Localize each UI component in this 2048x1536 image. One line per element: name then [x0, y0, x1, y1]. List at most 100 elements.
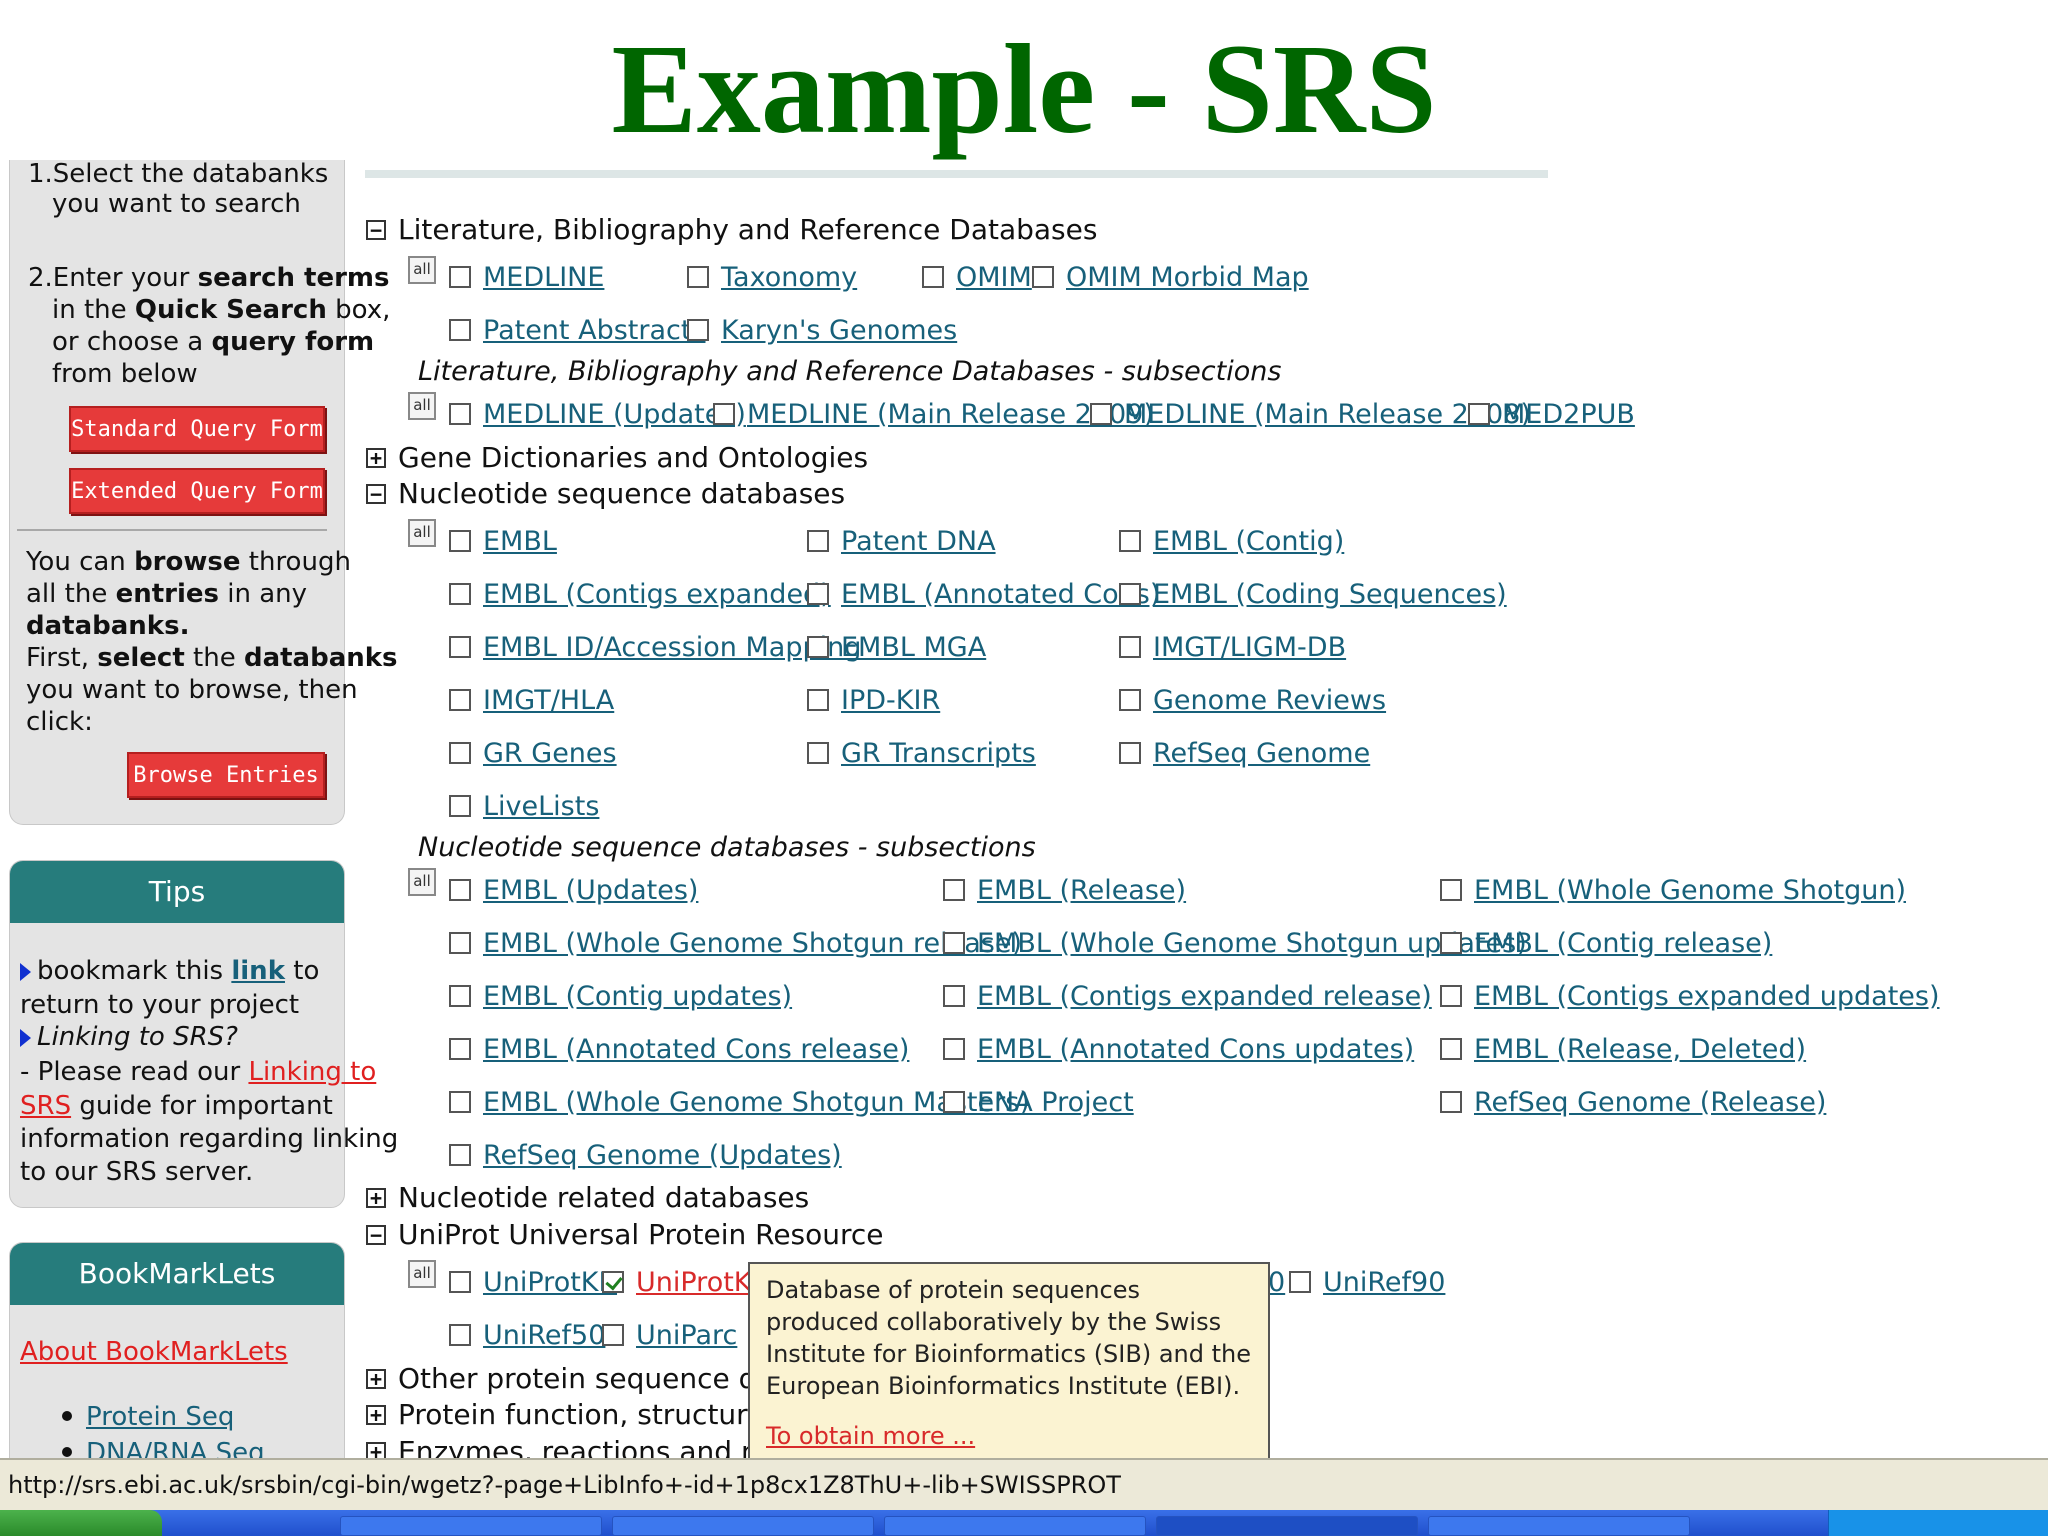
db-refseq-genome-release[interactable]: RefSeq Genome (Release) [1440, 1086, 1826, 1118]
protein-seq-link[interactable]: Protein Seq [86, 1402, 234, 1432]
checkbox[interactable] [687, 319, 709, 341]
db-gr-transcripts[interactable]: GR Transcripts [807, 737, 1036, 769]
db-embl-annotated-cons-release[interactable]: EMBL (Annotated Cons release) [449, 1033, 909, 1065]
checkbox[interactable] [1468, 403, 1490, 425]
checkbox[interactable] [807, 689, 829, 711]
taskbar-item[interactable] [340, 1516, 602, 1536]
expand-icon[interactable]: + [366, 1405, 386, 1425]
db-uniref90[interactable]: UniRef90 [1289, 1266, 1445, 1298]
checkbox[interactable] [449, 319, 471, 341]
checkbox[interactable] [1119, 636, 1141, 658]
collapse-icon[interactable]: − [366, 1225, 386, 1245]
db-karyns-genomes[interactable]: Karyn's Genomes [687, 314, 957, 346]
db-embl-id-accession[interactable]: EMBL ID/Accession Mapping [449, 631, 861, 663]
taskbar-item[interactable] [1428, 1516, 1690, 1536]
db-uniparc[interactable]: UniParc [602, 1319, 737, 1351]
db-embl-updates[interactable]: EMBL (Updates) [449, 874, 698, 906]
db-embl-wgs-release[interactable]: EMBL (Whole Genome Shotgun release) [449, 927, 1022, 959]
checkbox[interactable] [1090, 403, 1112, 425]
taskbar-item[interactable] [884, 1516, 1146, 1536]
checkbox[interactable] [449, 1324, 471, 1346]
tooltip-more-link[interactable]: To obtain more ... [766, 1420, 1252, 1452]
section-other-protein[interactable]: + Other protein sequence data [366, 1364, 802, 1394]
collapse-icon[interactable]: − [366, 484, 386, 504]
db-embl[interactable]: EMBL [449, 525, 557, 557]
select-all-button[interactable]: all [408, 519, 436, 547]
db-embl-release-deleted[interactable]: EMBL (Release, Deleted) [1440, 1033, 1806, 1065]
db-embl-contigs-expanded-release[interactable]: EMBL (Contigs expanded release) [943, 980, 1432, 1012]
checkbox[interactable] [449, 985, 471, 1007]
checkbox[interactable] [922, 266, 944, 288]
db-medline-updates[interactable]: MEDLINE (Updates) [449, 398, 746, 430]
checkbox[interactable] [449, 1271, 471, 1293]
checkbox-checked[interactable] [602, 1271, 624, 1293]
section-uniprot[interactable]: − UniProt Universal Protein Resource [366, 1220, 884, 1250]
srs-link[interactable]: SRS [20, 1091, 71, 1121]
checkbox[interactable] [1032, 266, 1054, 288]
db-embl-contig[interactable]: EMBL (Contig) [1119, 525, 1344, 557]
db-embl-mga[interactable]: EMBL MGA [807, 631, 986, 663]
checkbox[interactable] [943, 985, 965, 1007]
checkbox[interactable] [1119, 742, 1141, 764]
db-taxonomy[interactable]: Taxonomy [687, 261, 857, 293]
db-livelists[interactable]: LiveLists [449, 790, 599, 822]
db-genome-reviews[interactable]: Genome Reviews [1119, 684, 1386, 716]
db-ipd-kir[interactable]: IPD-KIR [807, 684, 940, 716]
db-ena-project[interactable]: ENA Project [943, 1086, 1134, 1118]
db-embl-release[interactable]: EMBL (Release) [943, 874, 1186, 906]
db-embl-wgs[interactable]: EMBL (Whole Genome Shotgun) [1440, 874, 1906, 906]
checkbox[interactable] [943, 1038, 965, 1060]
checkbox[interactable] [449, 636, 471, 658]
checkbox[interactable] [1440, 932, 1462, 954]
expand-icon[interactable]: + [366, 1369, 386, 1389]
db-patent-abstracts[interactable]: Patent Abstracts [449, 314, 706, 346]
db-refseq-genome-updates[interactable]: RefSeq Genome (Updates) [449, 1139, 842, 1171]
db-uniref50[interactable]: UniRef50 [449, 1319, 605, 1351]
select-all-button[interactable]: all [408, 868, 436, 896]
standard-query-form-button[interactable]: Standard Query Form [69, 406, 325, 452]
checkbox[interactable] [713, 403, 735, 425]
checkbox[interactable] [1440, 985, 1462, 1007]
collapse-icon[interactable]: − [366, 220, 386, 240]
checkbox[interactable] [449, 879, 471, 901]
checkbox[interactable] [943, 879, 965, 901]
extended-query-form-button[interactable]: Extended Query Form [69, 468, 325, 514]
bookmark-link[interactable]: link [231, 956, 285, 986]
db-refseq-genome[interactable]: RefSeq Genome [1119, 737, 1370, 769]
db-uniref100[interactable]: 0 [1268, 1266, 1285, 1298]
db-embl-contig-release[interactable]: EMBL (Contig release) [1440, 927, 1772, 959]
db-embl-annotated-cons-updates[interactable]: EMBL (Annotated Cons updates) [943, 1033, 1414, 1065]
checkbox[interactable] [943, 1091, 965, 1113]
checkbox[interactable] [687, 266, 709, 288]
checkbox[interactable] [943, 932, 965, 954]
section-nucleotide[interactable]: − Nucleotide sequence databases [366, 479, 845, 509]
section-nucleotide-related[interactable]: + Nucleotide related databases [366, 1183, 809, 1213]
checkbox[interactable] [449, 742, 471, 764]
checkbox[interactable] [807, 742, 829, 764]
expand-icon[interactable]: + [366, 448, 386, 468]
db-embl-contigs-expanded-updates[interactable]: EMBL (Contigs expanded updates) [1440, 980, 1940, 1012]
select-all-button[interactable]: all [408, 256, 436, 284]
db-medline-2008[interactable]: MEDLINE (Main Release 2008) [1090, 398, 1531, 430]
checkbox[interactable] [449, 1038, 471, 1060]
db-patent-dna[interactable]: Patent DNA [807, 525, 996, 557]
select-all-button[interactable]: all [408, 1260, 436, 1288]
checkbox[interactable] [1119, 530, 1141, 552]
db-imgt-hla[interactable]: IMGT/HLA [449, 684, 614, 716]
checkbox[interactable] [449, 583, 471, 605]
checkbox[interactable] [1440, 1091, 1462, 1113]
section-gene-dictionaries[interactable]: + Gene Dictionaries and Ontologies [366, 443, 868, 473]
db-medline-2009[interactable]: MEDLINE (Main Release 2009) [713, 398, 1154, 430]
checkbox[interactable] [807, 530, 829, 552]
section-literature[interactable]: − Literature, Bibliography and Reference … [366, 215, 1097, 245]
checkbox[interactable] [807, 636, 829, 658]
checkbox[interactable] [602, 1324, 624, 1346]
linking-to-srs-link[interactable]: Linking to [248, 1057, 376, 1087]
db-medline[interactable]: MEDLINE [449, 261, 604, 293]
checkbox[interactable] [1119, 689, 1141, 711]
taskbar-item-active[interactable] [1156, 1516, 1418, 1536]
start-button[interactable] [0, 1510, 162, 1536]
db-embl-annotated-cons[interactable]: EMBL (Annotated Cons) [807, 578, 1160, 610]
checkbox[interactable] [1119, 583, 1141, 605]
checkbox[interactable] [1289, 1271, 1311, 1293]
